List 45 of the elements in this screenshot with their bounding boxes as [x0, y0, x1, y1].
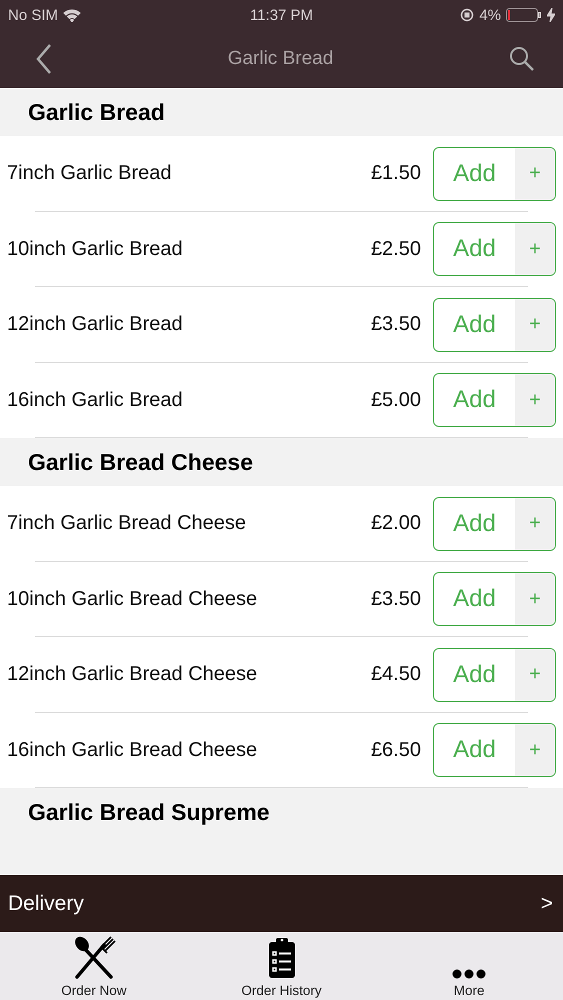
tab-button[interactable]: Order Now	[0, 932, 188, 1000]
rotation-lock-icon	[460, 8, 474, 22]
item-name: 12inch Garlic Bread Cheese	[7, 663, 258, 686]
item-name: 16inch Garlic Bread Cheese	[7, 738, 258, 762]
nav-title: Garlic Bread	[228, 48, 334, 70]
battery-text: 4%	[479, 6, 501, 24]
item-name: 16inch Garlic Bread	[7, 388, 184, 412]
item-name: 10inch Garlic Bread	[7, 238, 184, 261]
item-price: £3.50	[370, 588, 421, 611]
add-button[interactable]: Add +	[433, 723, 556, 778]
item-name: 7inch Garlic Bread	[7, 162, 173, 186]
section-header: Garlic Bread Cheese	[27, 448, 254, 476]
add-button[interactable]: Add +	[433, 373, 556, 428]
add-button[interactable]: Add +	[433, 298, 556, 352]
add-button[interactable]: Add +	[433, 146, 556, 201]
tab-button[interactable]: More	[375, 932, 563, 1000]
carrier-text: No SIM	[8, 6, 58, 24]
item-price: £5.00	[370, 388, 421, 412]
item-name: 12inch Garlic Bread	[7, 313, 184, 336]
item-price: £2.50	[370, 238, 421, 261]
add-button[interactable]: Add +	[433, 496, 556, 551]
item-name: 10inch Garlic Bread Cheese	[7, 588, 258, 611]
item-price: £4.50	[370, 663, 421, 686]
clock-text: 11:37 PM	[250, 6, 314, 24]
add-button[interactable]: Add +	[433, 648, 556, 702]
item-price: £1.50	[370, 162, 421, 186]
item-price: £2.00	[370, 512, 421, 536]
item-price: £6.50	[370, 738, 421, 762]
tab-button[interactable]: Order History	[188, 932, 376, 1000]
add-button[interactable]: Add +	[433, 572, 556, 626]
item-name: 7inch Garlic Bread Cheese	[7, 512, 248, 536]
delivery-arrow: >	[540, 892, 553, 916]
delivery-bar[interactable]: Delivery >	[0, 875, 563, 932]
wifi-icon	[63, 8, 82, 22]
section-header: Garlic Bread	[27, 98, 166, 126]
section-header: Garlic Bread Supreme	[27, 798, 271, 827]
back-icon[interactable]	[36, 44, 52, 74]
search-icon[interactable]	[508, 46, 535, 72]
battery-icon	[506, 8, 542, 22]
more-icon	[452, 969, 486, 979]
item-price: £3.50	[370, 313, 421, 336]
add-button[interactable]: Add +	[433, 222, 556, 276]
delivery-label: Delivery	[8, 892, 84, 916]
charging-icon	[547, 8, 555, 22]
clipboard-icon	[268, 937, 296, 979]
